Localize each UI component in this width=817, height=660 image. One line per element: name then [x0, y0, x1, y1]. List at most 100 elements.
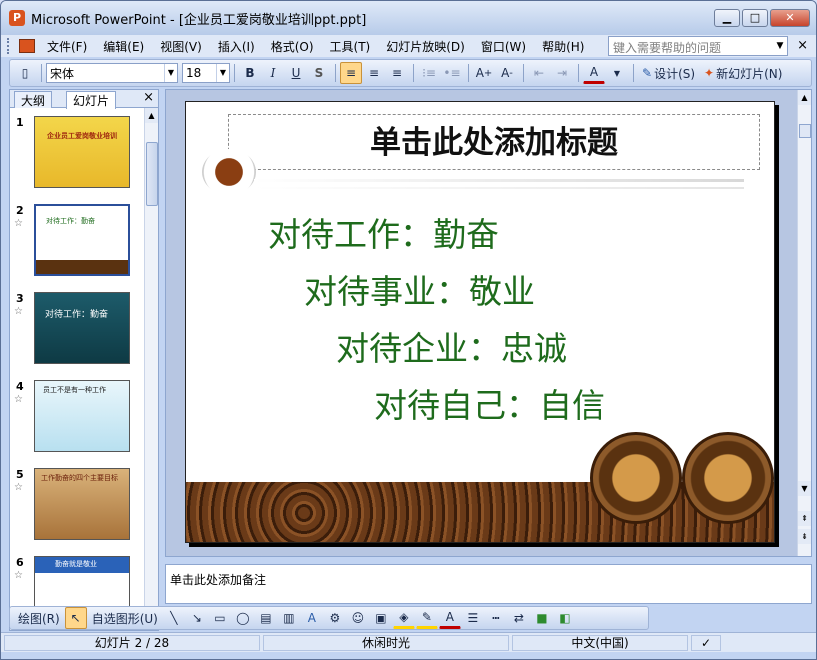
scroll-up-icon[interactable]: ▲ — [145, 108, 158, 123]
menu-format[interactable]: 格式(O) — [265, 36, 320, 57]
select-objects-icon[interactable]: ↖ — [64, 607, 87, 629]
picture-icon[interactable]: ▣ — [370, 607, 392, 629]
close-button[interactable]: ✕ — [770, 9, 810, 27]
menu-help[interactable]: 帮助(H) — [536, 36, 590, 57]
slide-canvas[interactable]: 单击此处添加标题 对待工作：勤奋 对待事业：敬业 对待企业：忠诚 对待自己：自信 — [185, 101, 775, 543]
powerpoint-app-icon[interactable]: P — [9, 10, 25, 26]
menu-tools[interactable]: 工具(T) — [324, 36, 377, 57]
rectangle-icon[interactable]: ▭ — [209, 607, 231, 629]
editor-scrollbar[interactable]: ▲ ▼ ⇞ ⇟ — [797, 90, 811, 556]
spelling-icon[interactable]: ✓ — [691, 634, 721, 651]
wordart-icon[interactable]: A — [301, 607, 323, 629]
italic-button[interactable]: I — [262, 62, 284, 84]
document-icon[interactable] — [19, 39, 35, 53]
line-style-icon[interactable]: ☰ — [462, 607, 484, 629]
increase-indent-icon[interactable]: ⇥ — [551, 62, 573, 84]
menu-slideshow[interactable]: 幻灯片放映(D) — [380, 36, 471, 57]
notes-placeholder: 单击此处添加备注 — [170, 573, 267, 587]
chevron-down-icon[interactable]: ▼ — [216, 64, 229, 82]
arrow-icon[interactable]: ↘ — [186, 607, 208, 629]
slides-panel: 大纲 幻灯片 × 1 企业员工爱岗敬业培训 2 ☆ 对待工作：勤奋 3 ☆ 对待… — [9, 89, 159, 631]
help-search-placeholder: 键入需要帮助的问题 — [613, 41, 722, 55]
textbox-icon[interactable]: ▤ — [255, 607, 277, 629]
powerpoint-window: P Microsoft PowerPoint - [企业员工爱岗敬业培训ppt.… — [0, 0, 817, 660]
thumbnail-number: 6 — [16, 556, 24, 569]
scroll-thumb[interactable] — [146, 142, 158, 206]
shadow-button[interactable]: S — [308, 62, 330, 84]
notes-pane[interactable]: 单击此处添加备注 — [165, 564, 812, 604]
tab-slides[interactable]: 幻灯片 — [66, 91, 117, 109]
window-controls: ▁ □ ✕ — [714, 9, 810, 27]
scroll-down-icon[interactable]: ▼ — [798, 481, 811, 496]
title-placeholder[interactable]: 单击此处添加标题 — [228, 114, 760, 170]
toolbar-grip[interactable] — [7, 38, 11, 54]
tab-outline[interactable]: 大纲 — [14, 91, 53, 108]
next-slide-icon[interactable]: ⇟ — [798, 529, 811, 544]
numbering-icon[interactable]: ⁝≡ — [418, 62, 440, 84]
drawing-toolbar: 绘图(R) ↖ 自选图形(U) ╲ ↘ ▭ ◯ ▤ ▥ A ⚙ ☺ ▣ ◈ ✎ … — [9, 606, 649, 630]
chevron-down-icon[interactable]: ▼ — [773, 37, 787, 55]
thumbnail-number: 1 — [16, 116, 24, 129]
status-design: 休闲时光 — [263, 634, 509, 651]
autoshapes-button[interactable]: 自选图形(U) — [88, 607, 162, 629]
thumbnail-list: 1 企业员工爱岗敬业培训 2 ☆ 对待工作：勤奋 3 ☆ 对待工作：勤奋 4 ☆… — [10, 108, 146, 630]
dash-style-icon[interactable]: ┅ — [485, 607, 507, 629]
decrease-indent-icon[interactable]: ⇤ — [528, 62, 550, 84]
thumbnail-number: 5 — [16, 468, 24, 481]
menu-insert[interactable]: 插入(I) — [212, 36, 261, 57]
increase-font-icon[interactable]: A + — [473, 62, 495, 84]
document-close-button[interactable]: × — [797, 38, 808, 53]
scroll-up-icon[interactable]: ▲ — [798, 90, 811, 105]
title-bar: P Microsoft PowerPoint - [企业员工爱岗敬业培训ppt.… — [1, 1, 816, 35]
coffee-cup-image — [200, 147, 260, 197]
align-left-icon[interactable]: ≡ — [340, 62, 362, 84]
previous-slide-icon[interactable]: ⇞ — [798, 511, 811, 526]
chevron-down-icon[interactable]: ▼ — [164, 64, 177, 82]
align-right-icon[interactable]: ≡ — [386, 62, 408, 84]
scroll-thumb[interactable] — [799, 124, 811, 138]
3d-style-icon[interactable]: ◧ — [554, 607, 576, 629]
menu-view[interactable]: 视图(V) — [154, 36, 208, 57]
close-icon[interactable]: × — [143, 90, 154, 105]
clipart-icon[interactable]: ☺ — [347, 607, 369, 629]
font-color-button[interactable]: A — [583, 62, 605, 84]
thumbnail-scrollbar[interactable]: ▲ ▼ — [144, 108, 158, 630]
formatting-toolbar: ▯ 宋体 ▼ 18 ▼ B I U S ≡ ≡ ≡ ⁝≡ •≡ A + A- ⇤ … — [9, 59, 812, 87]
thumbnail-number: 3 — [16, 292, 24, 305]
measuring-tape-medallion-image — [682, 432, 774, 524]
underline-button[interactable]: U — [285, 62, 307, 84]
diagram-icon[interactable]: ⚙ — [324, 607, 346, 629]
thumbnail-title: 勤奋就是敬业 — [55, 560, 97, 568]
font-name-select[interactable]: 宋体 ▼ — [46, 63, 178, 83]
autoshapes-label: 自选图形(U) — [91, 611, 158, 626]
draw-menu-button[interactable]: 绘图(R) — [14, 607, 64, 629]
window-title: Microsoft PowerPoint - [企业员工爱岗敬业培训ppt.pp… — [31, 12, 367, 28]
chevron-down-icon[interactable]: ▼ — [606, 62, 628, 84]
bullets-icon[interactable]: •≡ — [441, 62, 463, 84]
menu-window[interactable]: 窗口(W) — [475, 36, 532, 57]
help-search-input[interactable]: 键入需要帮助的问题 ▼ — [608, 36, 788, 56]
menu-file[interactable]: 文件(F) — [41, 36, 93, 57]
new-document-icon[interactable]: ▯ — [14, 62, 36, 84]
arrow-style-icon[interactable]: ⇄ — [508, 607, 530, 629]
shadow-style-icon[interactable]: ■ — [531, 607, 553, 629]
decrease-font-icon[interactable]: A- — [496, 62, 518, 84]
oval-icon[interactable]: ◯ — [232, 607, 254, 629]
line-color-icon[interactable]: ✎ — [415, 607, 438, 629]
slide-editor: 单击此处添加标题 对待工作：勤奋 对待事业：敬业 对待企业：忠诚 对待自己：自信… — [165, 89, 812, 557]
thumbnail-image: 员工不是有一种工作 — [34, 380, 130, 452]
fill-color-icon[interactable]: ◈ — [392, 607, 415, 629]
bold-button[interactable]: B — [239, 62, 261, 84]
maximize-button[interactable]: □ — [742, 9, 768, 27]
menu-edit[interactable]: 编辑(E) — [97, 36, 150, 57]
font-color-icon[interactable]: A — [438, 607, 461, 629]
thumbnail-number: 4 — [16, 380, 24, 393]
line-icon[interactable]: ╲ — [163, 607, 185, 629]
body-line-3: 对待企业：忠诚 — [336, 329, 567, 368]
align-center-icon[interactable]: ≡ — [363, 62, 385, 84]
vertical-textbox-icon[interactable]: ▥ — [278, 607, 300, 629]
new-slide-button[interactable]: ✦ 新幻灯片(N) — [700, 62, 786, 84]
minimize-button[interactable]: ▁ — [714, 9, 740, 27]
design-button[interactable]: ✎ 设计(S) — [638, 62, 699, 84]
font-size-select[interactable]: 18 ▼ — [182, 63, 230, 83]
